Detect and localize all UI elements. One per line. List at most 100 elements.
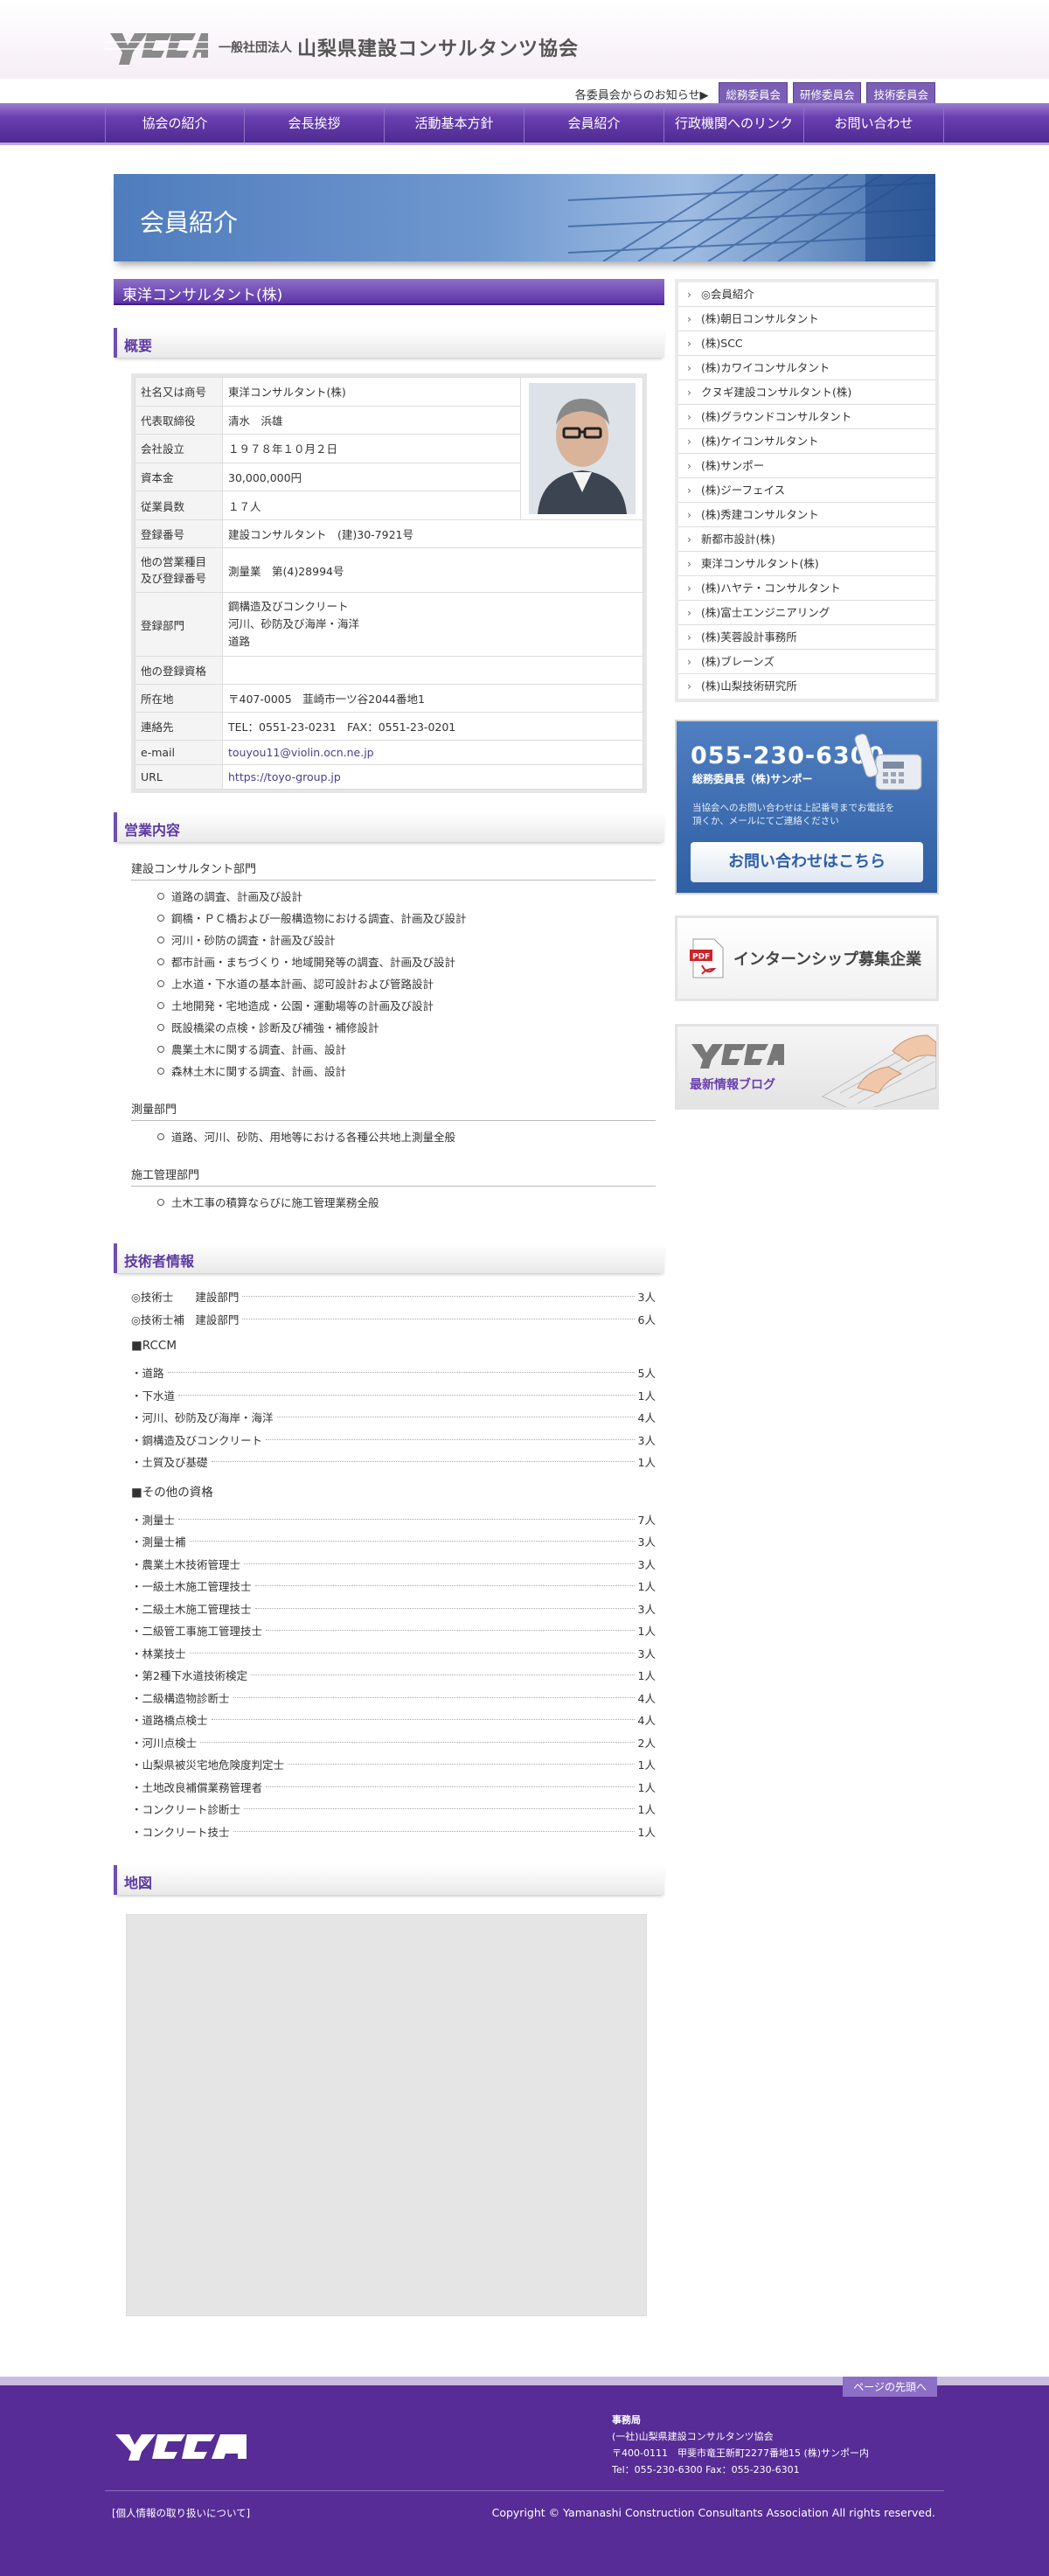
- business-category: 建設コンサルタント部門: [131, 854, 656, 881]
- other-qualifications-heading: ■その他の資格: [131, 1485, 213, 1500]
- qualification-count: 5人: [637, 1367, 656, 1381]
- qualification-count: 1人: [637, 1580, 656, 1594]
- sidebar-member-item[interactable]: (株)SCC: [678, 331, 935, 356]
- engineer-row: ・測量士 7人: [131, 1508, 656, 1531]
- table-row: 他の登録資格: [135, 656, 643, 685]
- sidebar-member-item[interactable]: (株)芙蓉設計事務所: [678, 625, 935, 650]
- qualification-name: ・河川、砂防及び海岸・海洋: [131, 1411, 274, 1425]
- profile-key: 代表取締役: [135, 405, 223, 435]
- committee-technical-button[interactable]: 技術委員会: [866, 82, 935, 106]
- blog-banner[interactable]: 最新情報ブログ: [675, 1024, 939, 1110]
- nav-contact[interactable]: お問い合わせ: [804, 103, 944, 143]
- page-top-button[interactable]: ページの先頭へ: [843, 2377, 937, 2397]
- email-link[interactable]: touyou11@violin.ocn.ne.jp: [228, 746, 374, 759]
- engineer-row: ・林業技士 3人: [131, 1642, 656, 1665]
- profile-key: 他の営業種目 及び登録番号: [135, 547, 223, 593]
- sidebar-member-item[interactable]: (株)ブレーンズ: [678, 650, 935, 674]
- profile-key: e-mail: [135, 740, 223, 765]
- list-item: 土木工事の積算ならびに施工管理業務全般: [157, 1192, 664, 1214]
- profile-value: [222, 656, 643, 685]
- qualification-name: ・下水道: [131, 1389, 176, 1403]
- sidebar-member-item[interactable]: (株)カワイコンサルタント: [678, 356, 935, 380]
- internship-banner[interactable]: PDF インターンシップ募集企業: [675, 916, 939, 1001]
- table-row: 登録部門 鋼構造及びコンクリート 河川、砂防及び海岸・海洋 道路: [135, 592, 643, 657]
- engineer-row: ・土地改良補償業務管理者 1人: [131, 1776, 656, 1799]
- nav-members[interactable]: 会員紹介: [524, 103, 664, 143]
- sidebar-member-item[interactable]: (株)ジーフェイス: [678, 478, 935, 503]
- engineer-row: ・第2種下水道技術検定 1人: [131, 1664, 656, 1687]
- table-row: URL https://toyo-group.jp: [135, 764, 643, 790]
- engineer-row: ・河川点検士 2人: [131, 1731, 656, 1754]
- committee-training-button[interactable]: 研修委員会: [792, 82, 862, 106]
- qualification-name: ・農業土木技術管理士: [131, 1557, 241, 1571]
- contact-button[interactable]: お問い合わせはこちら: [691, 842, 923, 882]
- site-logo[interactable]: 一般社団法人 山梨県建設コンサルタンツ協会: [105, 26, 579, 68]
- qualification-name: ・土質及び基礎: [131, 1456, 208, 1470]
- profile-key: 登録部門: [135, 592, 223, 657]
- sidebar-member-item[interactable]: 新都市設計(株): [678, 527, 935, 552]
- list-item: 道路の調査、計画及び設計: [157, 886, 664, 908]
- engineers-content: ◎技術士 建設部門 3人 ◎技術士補 建設部門 6人 ■RCCM ・道路 5人 ・下水…: [114, 1285, 664, 1842]
- business-list: 土木工事の積算ならびに施工管理業務全般: [157, 1192, 664, 1214]
- engineer-row: ・土質及び基礎 1人: [131, 1451, 656, 1473]
- sidebar-member-item[interactable]: (株)ケイコンサルタント: [678, 429, 935, 454]
- sidebar-member-item[interactable]: (株)グラウンドコンサルタント: [678, 405, 935, 429]
- nav-greeting[interactable]: 会長挨拶: [245, 103, 385, 143]
- org-name: 山梨県建設コンサルタンツ協会: [297, 38, 580, 60]
- engineer-row: ・道路橋点検士 4人: [131, 1709, 656, 1731]
- table-row: 他の営業種目 及び登録番号 測量業 第(4)28994号: [135, 547, 643, 593]
- nav-about[interactable]: 協会の紹介: [105, 103, 245, 143]
- qualification-count: 1人: [637, 1803, 656, 1817]
- qualification-name: ・河川点検士: [131, 1736, 198, 1750]
- dotted-leader: [178, 1394, 635, 1396]
- dotted-leader: [200, 1741, 635, 1743]
- qualification-count: 1人: [637, 1758, 656, 1772]
- profile-key: 資本金: [135, 462, 223, 492]
- dotted-leader: [288, 1764, 635, 1765]
- website-link[interactable]: https://toyo-group.jp: [228, 770, 341, 783]
- sidebar-member-item[interactable]: (株)朝日コンサルタント: [678, 307, 935, 331]
- profile-value: １７人: [222, 491, 521, 520]
- nav-policy[interactable]: 活動基本方針: [385, 103, 524, 143]
- qualification-name: ・道路: [131, 1367, 164, 1381]
- qualification-count: 1人: [637, 1780, 656, 1794]
- company-title: 東洋コンサルタント(株): [114, 279, 664, 305]
- profile-key: 会社設立: [135, 434, 223, 463]
- table-row: 所在地 〒407-0005 韮崎市一ツ谷2044番地1: [135, 684, 643, 713]
- profile-value: 30,000,000円: [222, 462, 521, 492]
- list-item: 森林土木に関する調査、計画、設計: [157, 1061, 664, 1083]
- sidebar-member-item[interactable]: (株)富士エンジニアリング: [678, 601, 935, 625]
- building-graphic-icon: [568, 174, 935, 261]
- telephone-icon: [854, 733, 922, 790]
- engineer-row: ◎技術士補 建設部門 6人: [131, 1308, 656, 1331]
- dotted-leader: [233, 1830, 635, 1832]
- dotted-leader: [244, 1808, 635, 1810]
- sidebar-member-item[interactable]: 東洋コンサルタント(株): [678, 552, 935, 576]
- list-item: 都市計画・まちづくり・地域開発等の調査、計画及び設計: [157, 951, 664, 973]
- engineers-heading: 技術者情報: [114, 1243, 664, 1273]
- committee-general-button[interactable]: 総務委員会: [719, 82, 788, 106]
- map-embed[interactable]: [126, 1914, 647, 2316]
- engineer-row: ・二級土木施工管理技士 3人: [131, 1598, 656, 1620]
- sidebar-member-item[interactable]: (株)サンポー: [678, 454, 935, 478]
- contact-role: 総務委員長（株)サンポー: [692, 773, 813, 785]
- nav-links[interactable]: 行政機関へのリンク: [664, 103, 804, 143]
- privacy-policy-link[interactable]: [個人情報の取り扱いについて]: [112, 2506, 250, 2520]
- qualification-count: 3人: [637, 1557, 656, 1571]
- sidebar-member-item[interactable]: (株)山梨技術研究所: [678, 674, 935, 699]
- dotted-leader: [250, 1674, 635, 1676]
- sidebar-member-item[interactable]: クヌギ建設コンサルタント(株): [678, 380, 935, 405]
- rccm-heading: ■RCCM: [131, 1339, 177, 1353]
- qualification-name: ◎技術士補 建設部門: [131, 1312, 240, 1326]
- engineer-row: ・二級管工事施工管理技士 1人: [131, 1619, 656, 1642]
- list-item: 土地開発・宅地造成・公園・運動場等の計画及び設計: [157, 995, 664, 1017]
- footer-logo[interactable]: [114, 2431, 249, 2466]
- page-banner: 会員紹介: [114, 174, 935, 261]
- keyboard-hands-icon: [821, 1034, 936, 1107]
- sidebar-member-item[interactable]: (株)ハヤテ・コンサルタント: [678, 576, 935, 601]
- list-item: 鋼橋・ＰＣ橋および一般構造物における調査、計画及び設計: [157, 908, 664, 929]
- sidebar-member-item[interactable]: (株)秀建コンサルタント: [678, 503, 935, 527]
- member-list-header[interactable]: ◎会員紹介: [678, 282, 935, 307]
- profile-value: 建設コンサルタント (建)30-7921号: [222, 519, 643, 548]
- representative-photo: [528, 383, 636, 514]
